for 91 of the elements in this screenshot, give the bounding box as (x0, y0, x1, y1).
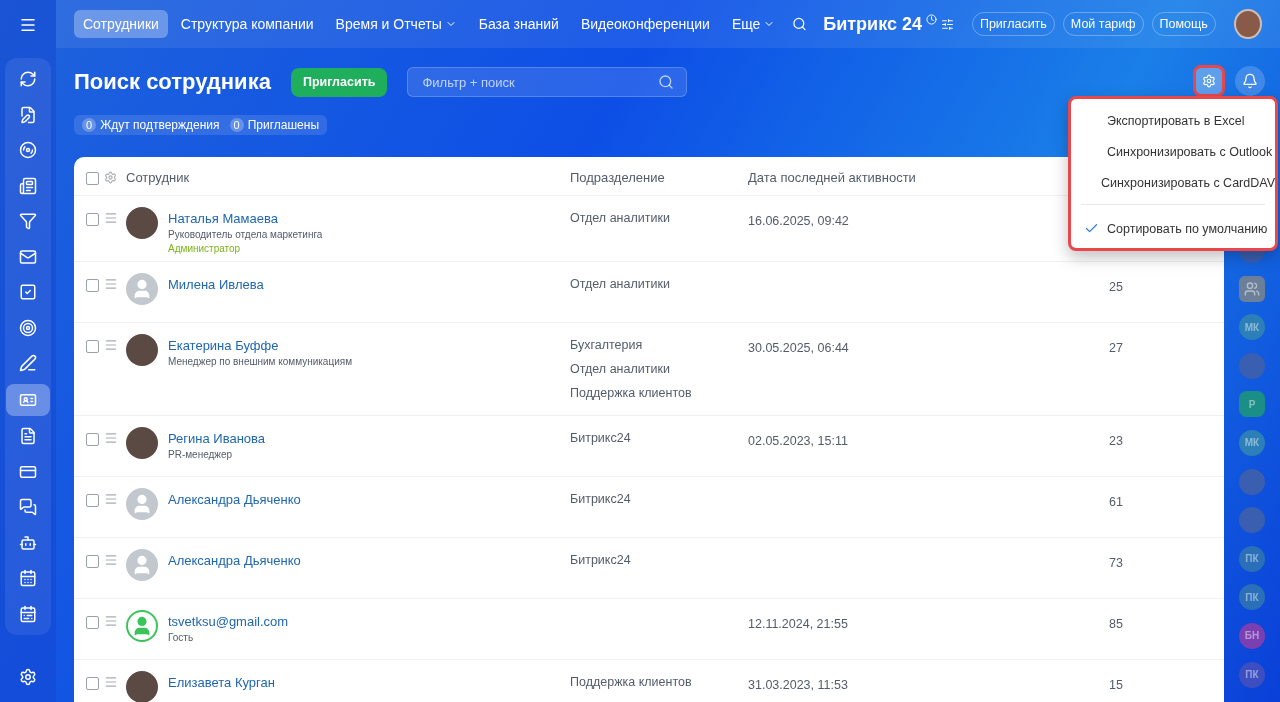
chat-icon (19, 498, 37, 516)
search-icon (658, 74, 675, 90)
calendar-icon (19, 569, 37, 587)
counter-label[interactable]: Приглашены (247, 118, 320, 132)
date-cell: 16.06.2025, 09:42 (748, 214, 849, 228)
bell-button[interactable] (1235, 66, 1265, 96)
search-field[interactable]: Фильтр + поиск (407, 67, 688, 97)
disc-icon (19, 141, 37, 159)
number-cell: 85 (1109, 617, 1123, 631)
employee-name[interactable]: Александра Дьяченко (168, 553, 570, 568)
nav-tab[interactable]: Структура компании (171, 10, 323, 38)
employee-name[interactable]: Наталья Мамаева (168, 211, 570, 226)
gear-icon[interactable] (104, 171, 117, 184)
filter-icon (19, 212, 37, 230)
employee-name[interactable]: Екатерина Буффе (168, 338, 570, 353)
number-cell: 61 (1109, 495, 1123, 509)
checkbox-icon (19, 283, 37, 301)
search-icon[interactable] (792, 16, 808, 32)
number-cell: 25 (1109, 280, 1123, 294)
employee-position: Руководитель отдела маркетинга (168, 229, 324, 240)
employee-role: Администратор (168, 243, 242, 254)
nav-tab[interactable]: Сотрудники (74, 10, 168, 38)
sidebar-item[interactable] (6, 383, 50, 416)
employee-position: Менеджер по внешним коммуникациям (168, 356, 353, 367)
date-cell: 02.05.2023, 15:11 (748, 434, 848, 448)
department-cell-text: Бухгалтерия (570, 338, 644, 352)
checkbox[interactable] (86, 494, 99, 507)
employee-position: PR-менеджер (168, 449, 234, 460)
employee-name[interactable]: Милена Ивлева (168, 277, 570, 292)
page-title: Поиск сотрудника (74, 69, 271, 95)
mail-icon (19, 247, 37, 266)
menu-item[interactable]: Синхронизировать с CardDAV (1071, 167, 1275, 198)
counter-badge: 0 (229, 118, 244, 132)
nav-tab[interactable]: Видеоконференции (571, 10, 719, 38)
gear-icon (1202, 74, 1216, 88)
department-cell-text: Отдел аналитики (570, 277, 671, 291)
menu-item[interactable]: Экспортировать в Excel (1071, 105, 1275, 136)
document-edit-icon (19, 105, 37, 124)
checkbox[interactable] (86, 279, 99, 292)
employee-name[interactable]: tsvetksu@gmail.com (168, 614, 570, 629)
employee-name[interactable]: Регина Иванова (168, 431, 570, 446)
checkbox[interactable] (86, 213, 99, 226)
menu-item[interactable]: Синхронизировать с Outlook (1071, 136, 1275, 167)
employee-name[interactable]: Елизавета Курган (168, 675, 570, 690)
column-header[interactable]: Сотрудник (126, 170, 570, 185)
document-icon (19, 427, 37, 445)
menu-item[interactable]: Сортировать по умолчанию (1071, 213, 1275, 244)
department-cell-text: Битрикс24 (570, 553, 632, 567)
column-header[interactable]: Подразделение (570, 170, 748, 185)
checkbox[interactable] (86, 677, 99, 690)
newspaper-icon (19, 176, 37, 195)
checkbox[interactable] (86, 433, 99, 446)
clock-icon (925, 13, 937, 25)
settings-icon[interactable] (19, 668, 37, 686)
department-cell-text: Отдел аналитики (570, 362, 671, 376)
number-cell: 23 (1109, 434, 1123, 448)
department-cell-text: Поддержка клиентов (570, 675, 693, 689)
number-cell: 15 (1109, 678, 1123, 692)
sliders-icon[interactable] (940, 17, 954, 31)
pen-icon (19, 354, 37, 372)
employee-position: Гость (168, 632, 195, 643)
nav-tab[interactable]: Еще (722, 10, 785, 38)
invite-button[interactable]: Пригласить (290, 67, 388, 97)
checkbox[interactable] (86, 555, 99, 568)
initials-avatar[interactable]: ПК (1239, 661, 1265, 688)
date-cell: 12.11.2024, 21:55 (748, 617, 848, 631)
menu-icon[interactable] (19, 16, 37, 34)
refresh-icon (19, 70, 37, 88)
counter-label[interactable]: Ждут подтверждения (100, 118, 220, 132)
robot-icon (19, 533, 37, 552)
checkbox[interactable] (86, 172, 99, 185)
employee-name[interactable]: Александра Дьяченко (168, 492, 570, 507)
target-icon (19, 318, 37, 337)
department-cell-text: Битрикс24 (570, 492, 632, 506)
department-cell-text: Отдел аналитики (570, 211, 671, 225)
counter-badge: 0 (82, 118, 97, 132)
bell-icon (1242, 73, 1258, 89)
number-cell: 73 (1109, 556, 1123, 570)
date-cell: 31.03.2023, 11:53 (748, 678, 848, 692)
calendar-list-icon (19, 604, 37, 623)
nav-tab[interactable]: База знаний (469, 10, 568, 38)
group-avatar[interactable] (1239, 275, 1265, 302)
checkbox[interactable] (86, 616, 99, 629)
user-avatar[interactable] (1233, 9, 1262, 39)
date-cell: 30.05.2025, 06:44 (748, 341, 849, 355)
checkbox[interactable] (86, 340, 99, 353)
nav-tab[interactable]: Время и Отчеты (326, 10, 466, 38)
department-cell-text: Битрикс24 (570, 431, 632, 445)
number-cell: 27 (1109, 341, 1123, 355)
department-cell-text: Поддержка клиентов (570, 386, 693, 400)
logo: Битрикс 24 (823, 13, 922, 35)
